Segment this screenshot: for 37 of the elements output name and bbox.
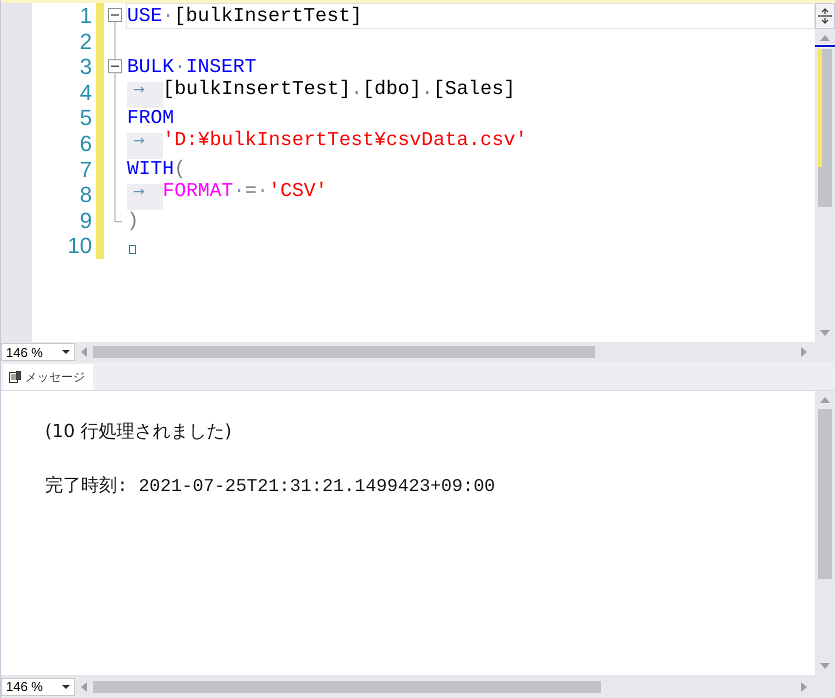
scroll-up-icon[interactable] (820, 397, 830, 403)
code-line: → 'D:¥bulkInsertTest¥csvData.csv' (127, 128, 528, 159)
scroll-left-icon[interactable] (81, 347, 87, 357)
code-line: → [bulkInsertTest].[dbo].[Sales] (127, 78, 516, 108)
split-handle[interactable] (815, 3, 835, 29)
line-number: 3 (80, 54, 92, 80)
scroll-left-icon[interactable] (81, 682, 87, 692)
code-line: → FORMAT·=·'CSV' (127, 180, 328, 210)
code-line: ) (127, 210, 139, 232)
scroll-down-icon[interactable] (820, 330, 830, 336)
scroll-right-icon[interactable] (801, 347, 807, 357)
line-number: 6 (80, 130, 92, 157)
vertical-scrollbar[interactable] (815, 391, 835, 675)
line-number: 10 (68, 233, 92, 259)
message-text: 完了時刻: 2021-07-25T21:31:21.1499423+09:00 (45, 474, 496, 497)
line-number: 1 (80, 3, 92, 29)
caret-icon (62, 684, 70, 688)
message-text: (10 行処理されました) (45, 420, 233, 443)
code-line: FROM (127, 107, 174, 130)
messages-tab[interactable]: メッセージ (3, 364, 93, 390)
code-line: USE·[bulkInsertTest] (127, 4, 362, 27)
line-number: 5 (80, 105, 92, 131)
line-number: 8 (80, 182, 92, 208)
document-icon (9, 371, 21, 383)
code-line: BULK·INSERT (127, 56, 256, 78)
line-number: 4 (80, 80, 92, 106)
zoom-dropdown[interactable]: 146 % (1, 343, 75, 361)
line-number: 9 (80, 208, 92, 234)
zoom-dropdown[interactable]: 146 % (1, 678, 75, 696)
code-line: WITH( (127, 158, 186, 180)
scroll-right-icon[interactable] (801, 682, 807, 692)
line-number: 7 (80, 156, 92, 182)
scroll-down-icon[interactable] (820, 663, 830, 669)
scroll-up-icon[interactable] (820, 35, 830, 41)
caret-icon (62, 350, 70, 354)
line-number: 2 (80, 28, 92, 54)
end-of-file-marker (129, 244, 136, 254)
